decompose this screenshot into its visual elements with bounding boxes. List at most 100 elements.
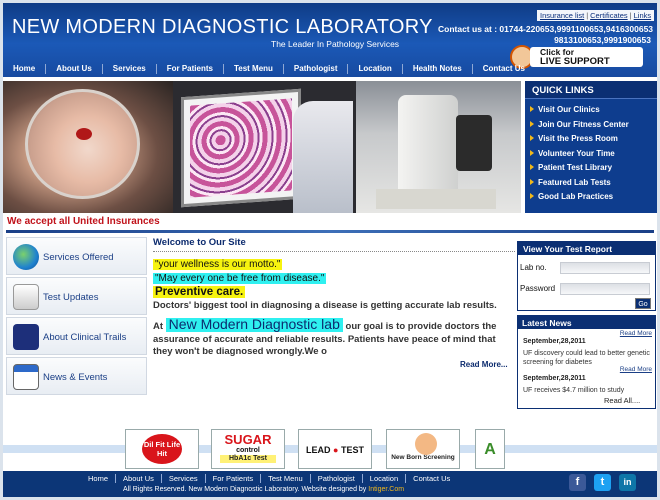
latest-news-panel: Latest News Read More September,28,2011 … — [517, 315, 656, 409]
baby-icon — [415, 433, 437, 455]
news-text-1: UF discovery could lead to better geneti… — [523, 350, 650, 366]
control-text: control — [236, 447, 260, 454]
top-links: Insurance list | Certificates | Links — [537, 10, 655, 21]
twitter-icon[interactable]: t — [594, 474, 611, 491]
welcome-heading: Welcome to Our Site — [153, 237, 515, 252]
test-report-panel: View Your Test Report Lab no. Password G… — [517, 241, 656, 311]
dil-fit-text: Dil Fit Life Hit — [142, 434, 182, 464]
nav-home[interactable]: Home — [3, 63, 47, 74]
sidebar-item-test-updates[interactable]: Test Updates — [6, 277, 147, 315]
nav-about-us[interactable]: About Us — [46, 63, 103, 74]
calendar-icon — [13, 364, 39, 390]
sidebar-item-clinical-trails[interactable]: About Clinical Trails — [6, 317, 147, 355]
linkedin-icon[interactable]: in — [619, 474, 636, 491]
password-input[interactable] — [560, 283, 650, 295]
welcome-content: Welcome to Our Site "your wellness is ou… — [153, 237, 517, 369]
partner-logo-lead-test[interactable]: LEAD ● TEST — [298, 429, 372, 469]
banner-slideshow — [3, 81, 521, 213]
password-label: Password — [520, 284, 556, 293]
sidebar: Services Offered Test Updates About Clin… — [6, 237, 147, 397]
intro-line: Doctors' biggest tool in diagnosing a di… — [153, 300, 497, 311]
site-tagline: The Leader In Pathology Services — [271, 39, 400, 49]
footer-nav-contact-us[interactable]: Contact Us — [406, 474, 457, 483]
para-pre: At — [153, 321, 166, 332]
site-title[interactable]: NEW MODERN DIAGNOSTIC LABORATORY — [12, 16, 433, 39]
news-text-2: UF receives $4.7 million to study — [523, 387, 625, 394]
site-header: NEW MODERN DIAGNOSTIC LABORATORY The Lea… — [3, 3, 657, 77]
certificates-link[interactable]: Certificates — [590, 11, 628, 20]
news-read-more-2[interactable]: Read More — [620, 366, 652, 373]
news-date-1: September,28,2011 — [523, 338, 586, 345]
copyright-text: All Rights Reserved. New Modern Diagnost… — [123, 486, 369, 493]
test-report-title: View Your Test Report — [518, 242, 655, 255]
sidebar-item-services-offered[interactable]: Services Offered — [6, 237, 147, 275]
quick-link-test-library[interactable]: Patient Test Library — [530, 163, 657, 178]
copyright: All Rights Reserved. New Modern Diagnost… — [123, 486, 404, 493]
partner-logo-dil-fit[interactable]: Dil Fit Life Hit — [125, 429, 199, 469]
banner-microscopy-image — [173, 81, 356, 213]
quick-links-panel: QUICK LINKS Visit Our Clinics Join Our F… — [525, 81, 657, 213]
read-more-link[interactable]: Read More... — [460, 360, 508, 369]
go-button[interactable]: Go — [635, 298, 651, 309]
insurance-list-link[interactable]: Insurance list — [540, 11, 584, 20]
sidebar-item-label: About Clinical Trails — [43, 332, 127, 343]
banner-petri-dish-image — [3, 81, 173, 213]
lab-no-label: Lab no. — [520, 263, 547, 272]
sidebar-item-label: Services Offered — [43, 252, 114, 263]
sidebar-item-news-events[interactable]: News & Events — [6, 357, 147, 395]
nav-services[interactable]: Services — [103, 63, 157, 74]
atom-icon — [13, 324, 39, 350]
lab-no-input[interactable] — [560, 262, 650, 274]
footer-nav-for-patients[interactable]: For Patients — [206, 474, 262, 483]
insurance-notice: We accept all United Insurances — [7, 216, 160, 227]
links-link[interactable]: Links — [634, 11, 652, 20]
quick-links-title: QUICK LINKS — [525, 81, 657, 99]
quick-link-volunteer[interactable]: Volunteer Your Time — [530, 149, 657, 164]
contact-info: Contact us at : 01744-220653,9991100653,… — [438, 24, 654, 46]
hba1c-text: HbA1c Test — [220, 455, 276, 463]
globe-icon — [13, 244, 39, 270]
quick-link-visit-clinics[interactable]: Visit Our Clinics — [530, 105, 657, 120]
sugar-text: SUGAR — [224, 432, 272, 447]
contact-label: Contact us at : — [438, 24, 498, 34]
nav-pathologist[interactable]: Pathologist — [284, 63, 349, 74]
footer-nav-services[interactable]: Services — [162, 474, 206, 483]
section-divider — [6, 230, 654, 233]
lab-name-highlight: New Modern Diagnostic lab — [165, 318, 343, 332]
nav-location[interactable]: Location — [348, 63, 403, 74]
quick-link-featured-tests[interactable]: Featured Lab Tests — [530, 178, 657, 193]
partner-logo-partial[interactable]: A — [475, 429, 505, 469]
partner-logo-newborn-screening[interactable]: New Born Screening — [386, 429, 460, 469]
note-icon — [13, 284, 39, 310]
motto-1: "your wellness is our motto." — [153, 259, 283, 270]
partner-logos-strip: Dil Fit Life Hit SUGAR control HbA1c Test … — [3, 415, 657, 471]
partner-logo-sugar-control[interactable]: SUGAR control HbA1c Test — [211, 429, 285, 469]
live-support-line2: LIVE SUPPORT — [540, 56, 610, 67]
live-support-box: Click for LIVE SUPPORT — [530, 47, 643, 67]
intro-paragraph: At New Modern Diagnostic lab our goal is… — [153, 318, 517, 356]
sidebar-item-label: News & Events — [43, 372, 108, 383]
footer-nav-location[interactable]: Location — [363, 474, 407, 483]
nav-for-patients[interactable]: For Patients — [157, 63, 224, 74]
latest-news-title: Latest News — [518, 316, 655, 329]
footer-nav-about-us[interactable]: About Us — [116, 474, 162, 483]
footer-nav-home[interactable]: Home — [81, 474, 117, 483]
footer-nav-pathologist[interactable]: Pathologist — [311, 474, 363, 483]
nav-contact-us[interactable]: Contact Us — [473, 64, 535, 74]
quick-link-lab-practices[interactable]: Good Lab Practices — [530, 192, 657, 207]
designer-link[interactable]: Intiger.Com — [368, 486, 404, 493]
quick-link-press-room[interactable]: Visit the Press Room — [530, 134, 657, 149]
contact-phones: 01744-220653,9991100653,9416300653 — [499, 24, 654, 34]
motto-2: "May every one be free from disease." — [153, 273, 327, 284]
news-read-more-1[interactable]: Read More — [620, 330, 652, 337]
footer-nav-test-menu[interactable]: Test Menu — [261, 474, 311, 483]
nav-test-menu[interactable]: Test Menu — [224, 63, 284, 74]
news-read-all-link[interactable]: Read All.... — [604, 396, 640, 405]
banner-microscope-image — [356, 81, 521, 213]
quick-link-fitness-center[interactable]: Join Our Fitness Center — [530, 120, 657, 135]
lead-drop-icon: ● — [333, 445, 339, 455]
footer-nav: Home About Us Services For Patients Test… — [81, 474, 457, 483]
facebook-icon[interactable]: f — [569, 474, 586, 491]
nav-health-notes[interactable]: Health Notes — [403, 63, 473, 74]
lead-text: LEAD — [306, 445, 331, 455]
